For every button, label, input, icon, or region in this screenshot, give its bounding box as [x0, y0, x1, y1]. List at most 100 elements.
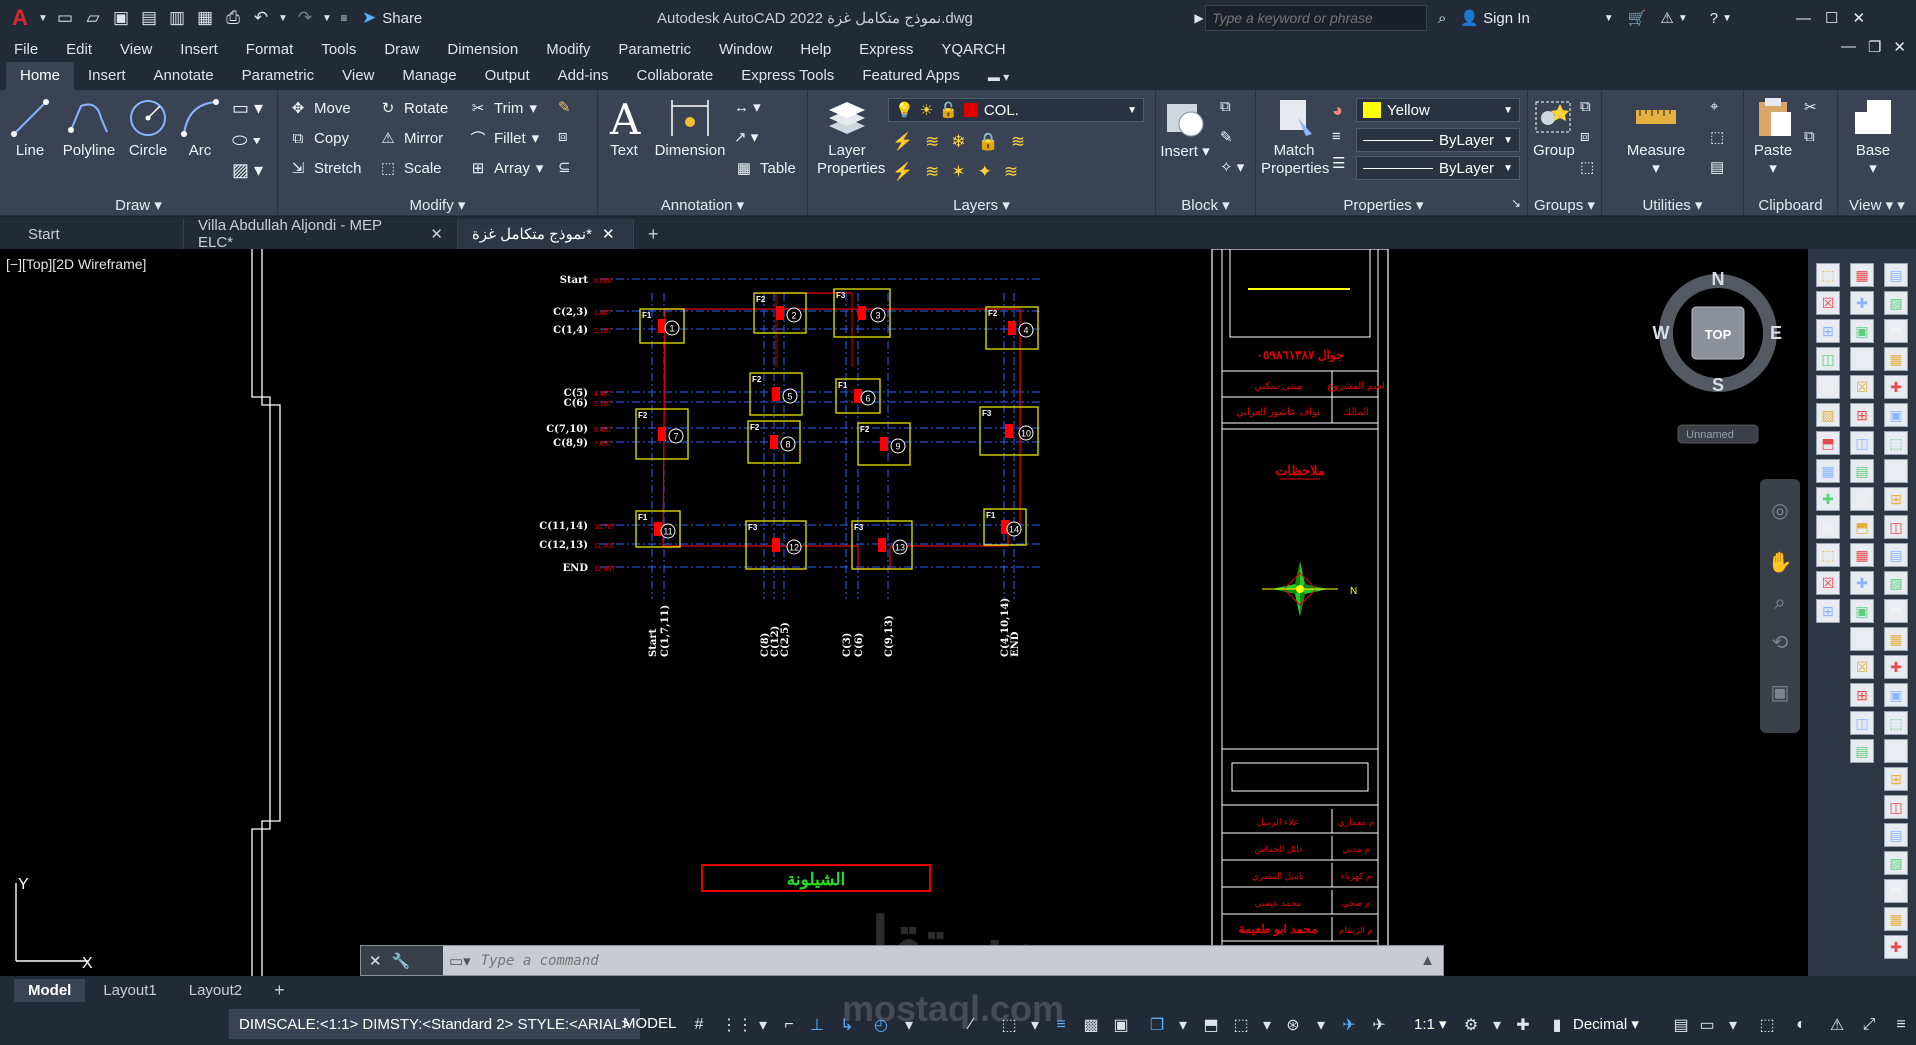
- palette-tool-icon[interactable]: ⬚: [1884, 711, 1908, 735]
- tab-home[interactable]: Home: [6, 62, 75, 90]
- export-icon[interactable]: ▦: [194, 7, 216, 29]
- palette-tool-icon[interactable]: ☒: [1884, 459, 1908, 483]
- palette-tool-icon[interactable]: ▨: [1884, 291, 1908, 315]
- linear-dim-icon[interactable]: ↔ ▾: [734, 98, 761, 116]
- menu-parametric[interactable]: Parametric: [604, 41, 705, 58]
- tab-add-ins[interactable]: Add-ins: [544, 62, 623, 90]
- lineweight-icon[interactable]: ☰: [1332, 154, 1345, 172]
- print-icon[interactable]: ⎙: [222, 7, 244, 29]
- dropdown-arrow-icon[interactable]: ▼: [1678, 13, 1688, 24]
- new-layout-button[interactable]: +: [260, 977, 299, 1004]
- base-view-button[interactable]: Base ▾: [1848, 96, 1898, 177]
- infer-icon[interactable]: ⌐: [778, 1014, 800, 1036]
- command-expand-icon[interactable]: ▲: [1420, 952, 1435, 969]
- palette-tool-icon[interactable]: ◫: [1850, 711, 1874, 735]
- palette-tool-icon[interactable]: ✚: [1850, 571, 1874, 595]
- ucs-menu-label[interactable]: Unnamed: [1686, 429, 1734, 441]
- color-dropdown[interactable]: Yellow ▼: [1356, 98, 1520, 122]
- dropdown-arrow-icon[interactable]: ▾: [1722, 1014, 1744, 1036]
- command-customize-icon[interactable]: 🔧: [392, 952, 411, 970]
- layer-thaw-icon[interactable]: ✶: [951, 162, 965, 182]
- panel-annotation-title[interactable]: Annotation ▾: [598, 196, 807, 214]
- id-point-icon[interactable]: ⌖: [1710, 98, 1718, 115]
- layer-match-icon[interactable]: ≋: [1011, 132, 1025, 152]
- share-button[interactable]: ➤ Share: [362, 8, 422, 28]
- dropdown-arrow-icon[interactable]: ▼: [1604, 13, 1614, 24]
- erase-icon[interactable]: ✎: [558, 98, 571, 116]
- new-tab-button[interactable]: +: [634, 219, 673, 249]
- annotation-scale[interactable]: 1:1 ▾: [1414, 1015, 1447, 1033]
- tab-annotate[interactable]: Annotate: [140, 62, 228, 90]
- save-as-icon[interactable]: ▤: [138, 7, 160, 29]
- group-select-icon[interactable]: ⬚: [1580, 158, 1594, 176]
- layer-isolate-icon[interactable]: ≋: [925, 132, 939, 152]
- palette-tool-icon[interactable]: ▦: [1850, 263, 1874, 287]
- rectangle-tool-icon[interactable]: ▭ ▾: [232, 98, 263, 119]
- palette-tool-icon[interactable]: ▤: [1884, 543, 1908, 567]
- palette-tool-icon[interactable]: ▤: [1816, 375, 1840, 399]
- help-icon[interactable]: ?: [1710, 10, 1718, 27]
- dropdown-arrow-icon[interactable]: ▼: [1722, 13, 1732, 24]
- tab-close-icon[interactable]: ✕: [602, 225, 615, 243]
- menu-draw[interactable]: Draw: [370, 41, 433, 58]
- palette-tool-icon[interactable]: ▦: [1884, 627, 1908, 651]
- 3d-osnap-icon[interactable]: ❐: [1146, 1014, 1168, 1036]
- save-icon[interactable]: ▣: [110, 7, 132, 29]
- palette-tool-icon[interactable]: ⊞: [1850, 683, 1874, 707]
- menu-format[interactable]: Format: [232, 41, 308, 58]
- palette-tool-icon[interactable]: ▦: [1850, 543, 1874, 567]
- palette-tool-icon[interactable]: ✚: [1884, 655, 1908, 679]
- palette-tool-icon[interactable]: ☒: [1884, 739, 1908, 763]
- model-space-toggle[interactable]: MODEL: [623, 1015, 676, 1032]
- move-button[interactable]: ✥ Move: [288, 98, 351, 118]
- gizmo-icon[interactable]: ⊛: [1282, 1014, 1304, 1036]
- doc-restore-icon[interactable]: ❐: [1868, 38, 1881, 56]
- clean-screen-icon[interactable]: ⚠: [1826, 1014, 1848, 1036]
- panel-modify-title[interactable]: Modify ▾: [278, 196, 597, 214]
- palette-tool-icon[interactable]: ⊞: [1816, 599, 1840, 623]
- command-input[interactable]: [470, 952, 1371, 969]
- palette-tool-icon[interactable]: ▣: [1884, 683, 1908, 707]
- layer-lock-icon[interactable]: 🔒: [978, 132, 999, 152]
- fillet-button[interactable]: ⌒ Fillet ▾: [468, 128, 539, 148]
- panel-draw-title[interactable]: Draw ▾: [0, 196, 277, 214]
- palette-tool-icon[interactable]: ⬚: [1850, 347, 1874, 371]
- palette-tool-icon[interactable]: ▣: [1816, 515, 1840, 539]
- snap-grid-icon[interactable]: ⋮⋮: [721, 1014, 753, 1036]
- palette-tool-icon[interactable]: ⊞: [1850, 403, 1874, 427]
- cart-icon[interactable]: 🛒: [1628, 9, 1647, 27]
- layer-unlock-icon[interactable]: ✦: [978, 162, 992, 182]
- palette-tool-icon[interactable]: ▨: [1884, 571, 1908, 595]
- palette-tool-icon[interactable]: ⊞: [1816, 319, 1840, 343]
- layer-dropdown[interactable]: 💡 ☀ 🔓 COL. ▼: [888, 98, 1144, 122]
- units-icon[interactable]: ▮: [1546, 1014, 1568, 1036]
- quick-select-icon[interactable]: ⬚: [1710, 128, 1724, 146]
- ungroup-icon[interactable]: ⧉: [1580, 98, 1591, 115]
- customize-qat-icon[interactable]: ≡: [338, 7, 350, 29]
- palette-tool-icon[interactable]: ⊞: [1884, 767, 1908, 791]
- palette-tool-icon[interactable]: ◫: [1850, 431, 1874, 455]
- palette-tool-icon[interactable]: ☒: [1850, 655, 1874, 679]
- lineweight-dropdown[interactable]: ByLayer ▼: [1356, 156, 1520, 180]
- copy-button[interactable]: ⧉ Copy: [288, 128, 349, 148]
- ellipse-tool-icon[interactable]: ⬭ ▾: [232, 130, 261, 151]
- dimension-button[interactable]: Dimension: [650, 96, 730, 159]
- menu-tools[interactable]: Tools: [307, 41, 370, 58]
- doc-minimize-icon[interactable]: —: [1841, 38, 1856, 56]
- menu-modify[interactable]: Modify: [532, 41, 604, 58]
- selection-cycling-icon[interactable]: ▣: [1110, 1014, 1132, 1036]
- dropdown-arrow-icon[interactable]: ▾: [1486, 1014, 1508, 1036]
- menu-window[interactable]: Window: [705, 41, 786, 58]
- search-icon[interactable]: ⌕: [1438, 10, 1446, 27]
- palette-tool-icon[interactable]: ⬒: [1816, 431, 1840, 455]
- dropdown-arrow-icon[interactable]: ▾: [1172, 1014, 1194, 1036]
- rotate-button[interactable]: ↻ Rotate: [378, 98, 449, 118]
- compass-w[interactable]: W: [1653, 323, 1670, 343]
- tab-parametric[interactable]: Parametric: [228, 62, 329, 90]
- autodesk-a360-icon[interactable]: ⚠: [1660, 9, 1673, 27]
- tab-close-icon[interactable]: ✕: [430, 225, 443, 243]
- snap-mode-icon[interactable]: ⊥: [806, 1014, 828, 1036]
- tab-featured-apps[interactable]: Featured Apps: [848, 62, 974, 90]
- open-file-icon[interactable]: ▱: [82, 7, 104, 29]
- stretch-button[interactable]: ⇲ Stretch: [288, 158, 362, 178]
